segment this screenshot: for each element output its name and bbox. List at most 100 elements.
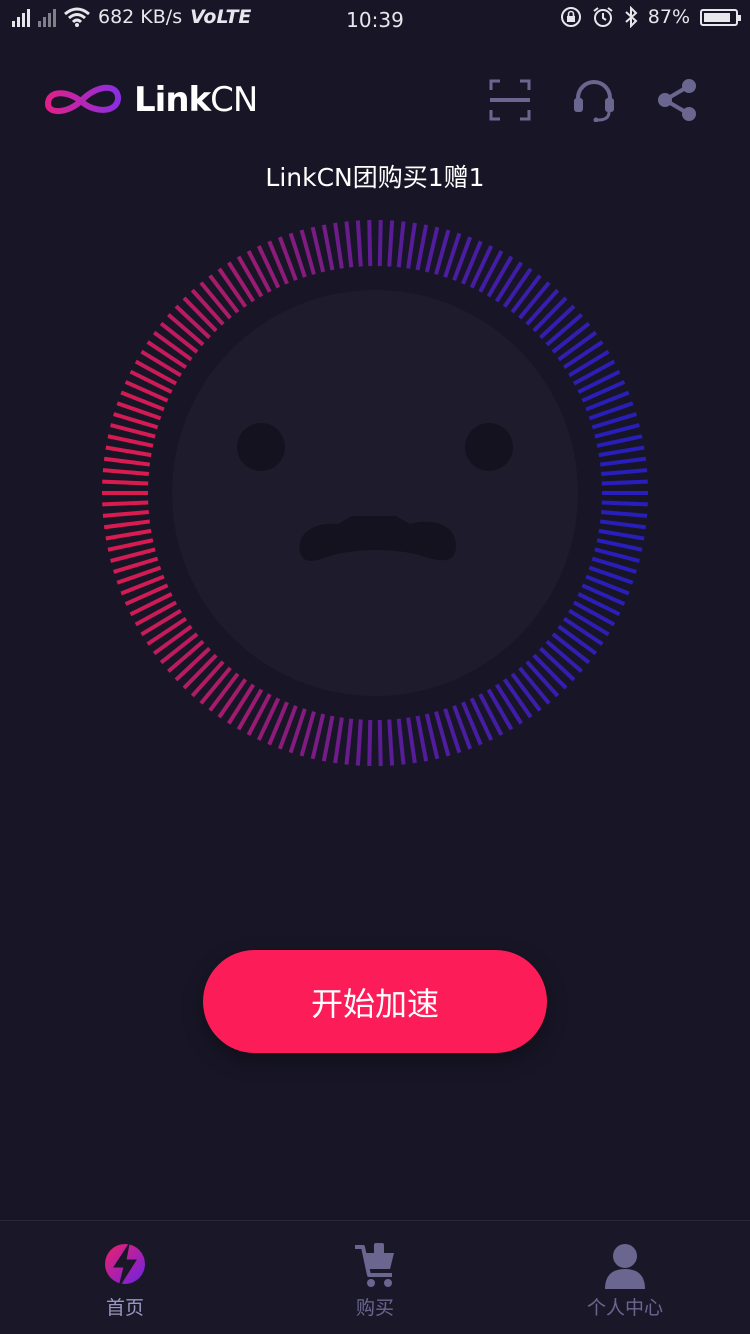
dial-tick [102,510,149,518]
dial-tick [545,313,583,347]
dial-tick [406,222,417,269]
dial-tick [510,672,542,712]
dial-tick [486,688,514,731]
dial-tick [599,519,647,530]
dial-tick [562,616,604,646]
dial-tick [208,672,240,712]
dial-tick [568,608,610,637]
customer-service-button[interactable] [572,78,616,123]
dial-tick [478,250,504,293]
nav-item-home[interactable]: 首页 [0,1221,250,1334]
dial-tick [103,519,151,530]
dial-tick [182,653,218,690]
cart-icon [355,1243,394,1287]
dial-tick [199,281,232,320]
dial-tick [227,261,256,303]
dial-tick [568,349,610,378]
dial-tick [344,718,354,765]
status-right: 87% [560,6,741,28]
dial-tick [159,632,199,665]
start-acceleration-button[interactable]: 开始加速 [203,950,547,1053]
dial-tick [557,624,598,656]
dial-tick [539,304,576,340]
scan-icon [489,79,531,121]
dial-tick [557,330,598,362]
share-button[interactable] [655,78,699,122]
dial-tick [539,646,576,682]
dial-tick [596,434,643,448]
face-left-eye [237,423,285,471]
nav-item-profile[interactable]: 个人中心 [500,1221,750,1334]
dial-tick [367,220,373,267]
dial-tick [532,653,568,690]
promo-banner-text[interactable]: LinkCN团购买1赠1 [0,158,750,194]
dial-tick [246,693,272,736]
dial-tick [406,717,417,764]
app-header: LinkCN [0,70,750,130]
dial-tick [321,715,335,762]
dial-tick [152,624,193,656]
dial-tick [594,547,640,563]
dial-tick [601,479,648,486]
dial-tick [227,683,256,725]
scan-button[interactable] [488,78,532,122]
dial-tick [246,250,272,293]
dial-tick [310,226,326,273]
dial-tick [545,639,583,673]
dial-tick [502,678,533,719]
logo-text-link: Link [134,80,211,120]
nav-label-purchase: 购买 [355,1297,394,1319]
dial-tick [355,220,363,267]
dial-tick [601,500,648,507]
dial-tick [502,267,533,308]
dial-tick [134,359,178,386]
dial-tick [396,718,406,765]
user-icon [605,1244,645,1289]
dial-tick [321,224,335,271]
dial-tick [190,660,225,698]
dial-tick [217,678,248,719]
dial-tick [217,267,248,308]
dial-tick [486,255,514,298]
dial-tick [596,538,643,552]
dial-tick [199,666,232,705]
dial-tick [105,445,152,458]
dial-tick [415,224,429,271]
dial-tick [424,226,440,273]
dial-tick [387,220,395,267]
dial-tick [424,713,440,760]
dial-tick [140,608,182,637]
dial-tick [494,683,523,725]
dial-tick [208,274,240,314]
dial-tick [344,221,354,268]
dial-tick [572,359,616,386]
nav-label-home: 首页 [105,1297,144,1319]
dial-tick [598,445,645,458]
dial-tick [510,274,542,314]
speed-dial [102,220,648,766]
bluetooth-icon [625,6,638,28]
dial-tick [146,616,188,646]
dial-tick [182,296,218,333]
dial-tick [107,538,154,552]
dial-tick [140,349,182,378]
dial-tick [102,500,149,507]
dial-tick [598,528,645,541]
dial-face [172,290,578,696]
dial-tick [174,646,211,682]
dial-tick [478,693,504,736]
dial-tick [594,423,640,439]
dial-tick [110,423,156,439]
status-bar: 682 KB/s VoLTE 10:39 87% [0,0,750,40]
battery-icon [700,8,741,26]
dial-tick [355,719,363,766]
dial-tick [134,600,178,627]
dial-tick [174,304,211,340]
nav-item-purchase[interactable]: 购买 [250,1221,500,1334]
battery-percent: 87% [647,6,690,28]
dial-tick [190,288,225,326]
dial-tick [525,660,560,698]
dial-tick [601,510,648,518]
headset-icon [574,80,614,123]
dial-tick [572,600,616,627]
